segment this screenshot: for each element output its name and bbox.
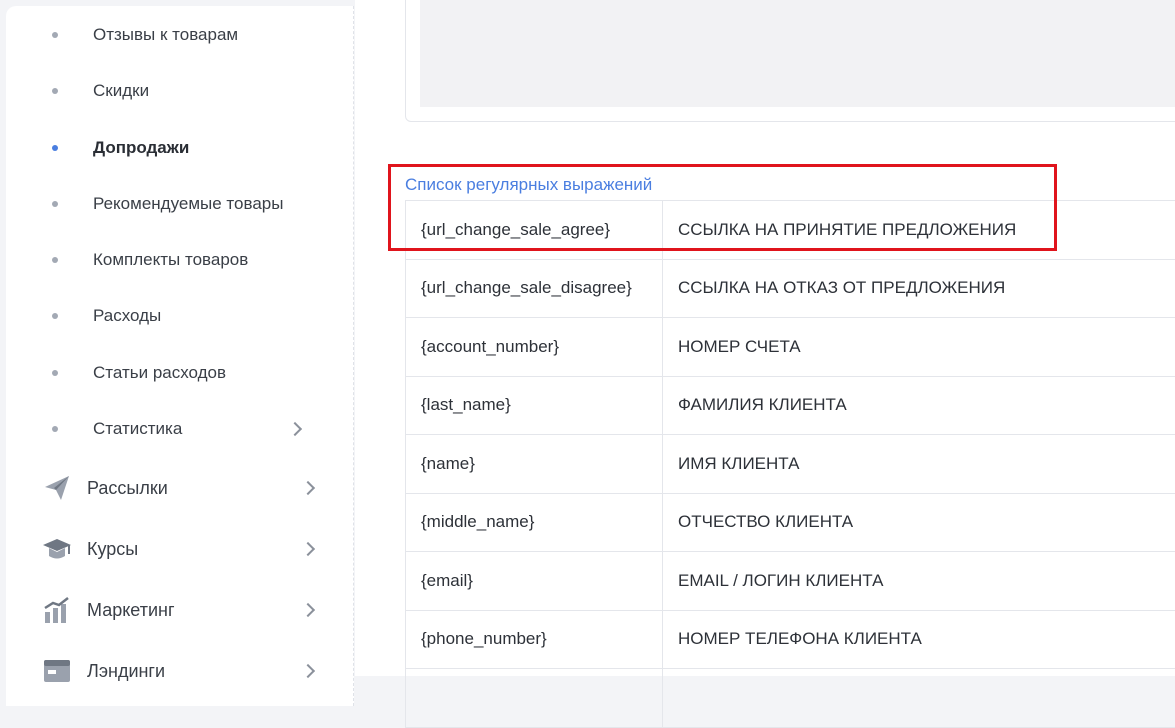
regex-list-link[interactable]: Список регулярных выражений bbox=[405, 175, 652, 195]
bar-chart-icon bbox=[42, 595, 72, 625]
sidebar-item-label: Скидки bbox=[93, 81, 149, 101]
sidebar-item-label: Рекомендуемые товары bbox=[93, 194, 283, 214]
table-row: {phone_number} НОМЕР ТЕЛЕФОНА КЛИЕНТА bbox=[406, 610, 1175, 669]
regex-description: ССЫЛКА НА ОТКАЗ ОТ ПРЕДЛОЖЕНИЯ bbox=[663, 259, 1175, 318]
regex-variable: {last_name} bbox=[406, 376, 663, 435]
regex-description: НОМЕР ТЕЛЕФОНА КЛИЕНТА bbox=[663, 610, 1175, 669]
table-row bbox=[406, 669, 1175, 728]
regex-variable bbox=[406, 669, 663, 728]
table-row: {middle_name} ОТЧЕСТВО КЛИЕНТА bbox=[406, 493, 1175, 552]
bullet-icon bbox=[52, 426, 58, 432]
sidebar-item-product-bundles[interactable]: Комплекты товаров bbox=[6, 240, 346, 280]
regex-description: ОТЧЕСТВО КЛИЕНТА bbox=[663, 493, 1175, 552]
sidebar-section-marketing[interactable]: Маркетинг bbox=[6, 586, 346, 634]
table-row: {email} EMAIL / ЛОГИН КЛИЕНТА bbox=[406, 552, 1175, 611]
bullet-icon bbox=[52, 370, 58, 376]
sidebar-item-expenses[interactable]: Расходы bbox=[6, 296, 346, 336]
regex-variable: {middle_name} bbox=[406, 493, 663, 552]
sidebar-item-label: Статистика bbox=[93, 419, 182, 439]
chevron-right-icon bbox=[288, 422, 302, 436]
regex-variable: {email} bbox=[406, 552, 663, 611]
chevron-right-icon bbox=[301, 542, 315, 556]
sidebar-section-courses[interactable]: Курсы bbox=[6, 525, 346, 573]
table-row: {name} ИМЯ КЛИЕНТА bbox=[406, 435, 1175, 494]
regex-variable: {url_change_sale_disagree} bbox=[406, 259, 663, 318]
bullet-icon bbox=[52, 313, 58, 319]
sidebar-section-label: Рассылки bbox=[87, 478, 168, 499]
regex-description: ИМЯ КЛИЕНТА bbox=[663, 435, 1175, 494]
bullet-icon bbox=[52, 257, 58, 263]
main-content: Список регулярных выражений {url_change_… bbox=[355, 0, 1175, 676]
browser-window-icon bbox=[42, 656, 72, 686]
sidebar-item-label: Отзывы к товарам bbox=[93, 25, 238, 45]
regex-description: ФАМИЛИЯ КЛИЕНТА bbox=[663, 376, 1175, 435]
sidebar-item-label: Расходы bbox=[93, 306, 161, 326]
regex-description: ССЫЛКА НА ПРИНЯТИЕ ПРЕДЛОЖЕНИЯ bbox=[663, 201, 1175, 260]
sidebar-section-landings[interactable]: Лэндинги bbox=[6, 647, 346, 695]
regex-description: НОМЕР СЧЕТА bbox=[663, 318, 1175, 377]
regex-variable: {phone_number} bbox=[406, 610, 663, 669]
sidebar-item-label: Статьи расходов bbox=[93, 363, 226, 383]
sidebar-section-label: Маркетинг bbox=[87, 600, 175, 621]
bullet-icon bbox=[52, 88, 58, 94]
regex-description bbox=[663, 669, 1175, 728]
sidebar-item-expense-items[interactable]: Статьи расходов bbox=[6, 353, 346, 393]
table-row: {last_name} ФАМИЛИЯ КЛИЕНТА bbox=[406, 376, 1175, 435]
regex-description: EMAIL / ЛОГИН КЛИЕНТА bbox=[663, 552, 1175, 611]
sidebar-item-product-reviews[interactable]: Отзывы к товарам bbox=[6, 15, 346, 55]
message-preview-area bbox=[420, 0, 1175, 107]
bullet-icon bbox=[52, 201, 58, 207]
paper-plane-icon bbox=[42, 473, 72, 503]
table-row: {account_number} НОМЕР СЧЕТА bbox=[406, 318, 1175, 377]
chevron-right-icon bbox=[301, 603, 315, 617]
regex-table: {url_change_sale_agree} ССЫЛКА НА ПРИНЯТ… bbox=[405, 200, 1175, 728]
regex-variable: {url_change_sale_agree} bbox=[406, 201, 663, 260]
sidebar-item-discounts[interactable]: Скидки bbox=[6, 71, 346, 111]
sidebar-section-mailings[interactable]: Рассылки bbox=[6, 464, 346, 512]
graduation-cap-icon bbox=[42, 534, 72, 564]
bullet-icon bbox=[52, 32, 58, 38]
sidebar-section-label: Лэндинги bbox=[87, 661, 165, 682]
sidebar-item-label: Комплекты товаров bbox=[93, 250, 248, 270]
sidebar-section-label: Курсы bbox=[87, 539, 138, 560]
bullet-icon bbox=[52, 145, 58, 151]
sidebar-item-statistics[interactable]: Статистика bbox=[6, 409, 346, 449]
chevron-right-icon bbox=[301, 481, 315, 495]
message-preview-card bbox=[405, 0, 1175, 122]
sidebar-item-recommended-products[interactable]: Рекомендуемые товары bbox=[6, 184, 346, 224]
table-row: {url_change_sale_agree} ССЫЛКА НА ПРИНЯТ… bbox=[406, 201, 1175, 260]
sidebar-item-label: Допродажи bbox=[93, 138, 189, 158]
table-row: {url_change_sale_disagree} ССЫЛКА НА ОТК… bbox=[406, 259, 1175, 318]
regex-variable: {name} bbox=[406, 435, 663, 494]
sidebar-item-upsells[interactable]: Допродажи bbox=[6, 128, 346, 168]
regex-variable: {account_number} bbox=[406, 318, 663, 377]
sidebar: Отзывы к товарам Скидки Допродажи Рекоме… bbox=[6, 6, 354, 706]
